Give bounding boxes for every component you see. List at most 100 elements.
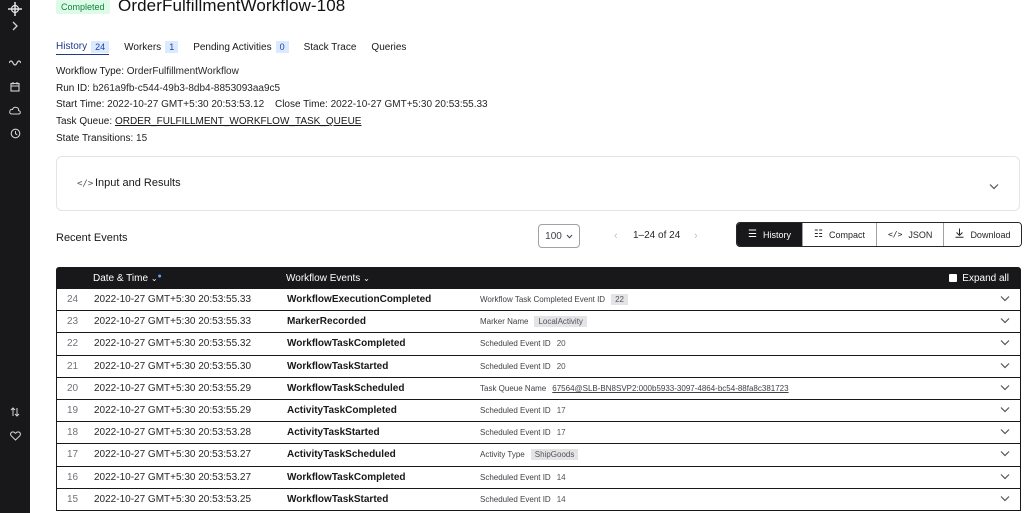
detail-value: 22 <box>611 294 628 306</box>
expand-all-checkbox[interactable] <box>949 274 958 282</box>
table-row[interactable]: 22 2022-10-27 GMT+5:30 20:53:55.32 Workflo… <box>56 333 1021 356</box>
chevron-down-icon <box>989 177 999 195</box>
accordion-title: Input and Results <box>95 177 181 189</box>
table-row[interactable]: 18 2022-10-27 GMT+5:30 20:53:53.28 Activit… <box>56 422 1021 445</box>
filter-chevron-icon: ⌄ <box>363 273 370 283</box>
download-icon <box>955 228 964 241</box>
event-date: 2022-10-27 GMT+5:30 20:53:53.27 <box>94 471 252 483</box>
state-transitions-value: 15 <box>136 133 148 144</box>
heart-icon[interactable] <box>0 430 30 442</box>
page-size-select[interactable]: 100 <box>538 224 580 248</box>
previous-page-button[interactable]: ‹ <box>614 230 618 242</box>
detail-value: 14 <box>556 494 566 504</box>
events-table-header: Date & Time ⌄● Workflow Events ⌄ Expand … <box>56 267 1021 289</box>
compact-view-button[interactable]: ☷ Compact <box>801 223 876 246</box>
expand-row-chevron-icon[interactable] <box>1000 427 1010 438</box>
event-detail: Scheduled Event ID 14 <box>480 495 566 504</box>
start-time-value: 2022-10-27 GMT+5:30 20:53:53.12 <box>107 99 265 110</box>
date-time-column-header[interactable]: Date & Time ⌄● <box>93 273 162 284</box>
run-id-row: Run ID: b261a9fb-c544-49b3-8db4-8853093a… <box>56 83 280 94</box>
expand-row-chevron-icon[interactable] <box>1000 361 1010 372</box>
event-type: WorkflowTaskCompleted <box>287 338 406 350</box>
event-type: WorkflowExecutionCompleted <box>287 294 432 306</box>
next-page-button[interactable]: › <box>694 230 698 242</box>
view-button-label: JSON <box>908 229 933 240</box>
calendar-icon[interactable] <box>0 81 30 93</box>
event-id: 23 <box>67 316 79 328</box>
event-date: 2022-10-27 GMT+5:30 20:53:55.29 <box>94 382 252 394</box>
table-row[interactable]: 15 2022-10-27 GMT+5:30 20:53:53.25 Workflo… <box>56 488 1021 511</box>
close-time-value: 2022-10-27 GMT+5:30 20:53:55.33 <box>330 99 488 110</box>
table-row[interactable]: 20 2022-10-27 GMT+5:30 20:53:55.29 Workflo… <box>56 377 1021 400</box>
view-button-label: History <box>762 229 791 240</box>
wave-icon[interactable] <box>0 56 30 68</box>
tab-label: Stack Trace <box>303 41 357 53</box>
detail-label: Scheduled Event ID <box>480 472 551 482</box>
events-table: Date & Time ⌄● Workflow Events ⌄ Expand … <box>56 267 1021 511</box>
table-row[interactable]: 21 2022-10-27 GMT+5:30 20:53:55.30 Workflo… <box>56 355 1021 378</box>
page-title: OrderFulfillmentWorkflow-108 <box>118 0 346 15</box>
detail-value[interactable]: 67564@SLB-BN8SVP2:000b5933-3097-4864-bc5… <box>552 384 788 393</box>
expand-row-chevron-icon[interactable] <box>1000 449 1010 460</box>
download-button[interactable]: Download <box>943 223 1022 246</box>
history-icon[interactable] <box>0 127 30 139</box>
code-icon: </> <box>887 230 903 239</box>
event-detail: Task Queue Name 67564@SLB-BN8SVP2:000b593… <box>480 384 789 393</box>
tab-stack-trace[interactable]: Stack Trace <box>304 39 357 55</box>
table-row[interactable]: 19 2022-10-27 GMT+5:30 20:53:55.29 Activit… <box>56 399 1021 423</box>
task-queue-link[interactable]: ORDER_FULFILLMENT_WORKFLOW_TASK_QUEUE <box>115 116 362 127</box>
event-date: 2022-10-27 GMT+5:30 20:53:55.33 <box>94 294 252 306</box>
list-icon: ☰ <box>748 229 757 240</box>
event-id: 24 <box>67 294 79 306</box>
table-row[interactable]: 23 2022-10-27 GMT+5:30 20:53:55.33 MarkerR… <box>56 311 1021 334</box>
event-date: 2022-10-27 GMT+5:30 20:53:55.29 <box>94 405 252 417</box>
tab-label: Queries <box>371 41 407 53</box>
tab-history[interactable]: History 24 <box>56 39 110 55</box>
detail-label: Scheduled Event ID <box>480 406 551 416</box>
history-view-button[interactable]: ☰ History <box>737 223 802 246</box>
event-type: ActivityTaskStarted <box>287 427 380 439</box>
event-date: 2022-10-27 GMT+5:30 20:53:55.32 <box>94 338 252 350</box>
detail-value: 17 <box>556 428 566 438</box>
expand-row-chevron-icon[interactable] <box>1000 494 1010 505</box>
detail-value: 20 <box>556 361 566 371</box>
expand-row-chevron-icon[interactable] <box>1000 472 1010 483</box>
tab-workers[interactable]: Workers 1 <box>124 39 179 55</box>
expand-row-chevron-icon[interactable] <box>1000 338 1010 349</box>
tab-label: History <box>56 41 88 52</box>
expand-all-toggle[interactable]: Expand all <box>949 273 1009 284</box>
sort-icon[interactable] <box>0 406 30 418</box>
event-id: 22 <box>67 338 79 350</box>
detail-value: 17 <box>556 406 566 416</box>
detail-label: Scheduled Event ID <box>480 339 551 349</box>
cloud-icon[interactable] <box>0 104 30 116</box>
tab-count: 1 <box>165 41 179 53</box>
workflow-events-column-header[interactable]: Workflow Events ⌄ <box>286 273 370 284</box>
expand-row-chevron-icon[interactable] <box>1000 383 1010 394</box>
sort-indicator-dot: ● <box>157 272 162 280</box>
json-view-button[interactable]: </> JSON <box>875 223 944 246</box>
tab-queries[interactable]: Queries <box>371 39 406 55</box>
input-and-results-accordion[interactable]: </> Input and Results <box>56 156 1020 211</box>
event-id: 17 <box>67 449 79 461</box>
expand-row-chevron-icon[interactable] <box>1000 316 1010 327</box>
chevron-right-icon[interactable] <box>0 20 30 32</box>
table-row[interactable]: 17 2022-10-27 GMT+5:30 20:53:53.27 Activit… <box>56 444 1021 467</box>
column-label: Workflow Events <box>286 272 361 284</box>
expand-row-chevron-icon[interactable] <box>1000 405 1010 416</box>
detail-label: Marker Name <box>480 317 529 327</box>
logo-icon[interactable] <box>0 2 30 16</box>
page-size-value: 100 <box>545 230 562 242</box>
workflow-type-row: Workflow Type: OrderFulfillmentWorkflow <box>56 66 239 77</box>
table-row[interactable]: 24 2022-10-27 GMT+5:30 20:53:55.33 Workflo… <box>56 289 1021 312</box>
tab-pending-activities[interactable]: Pending Activities 0 <box>193 39 289 55</box>
event-type: ActivityTaskScheduled <box>287 449 396 461</box>
detail-value: ShipGoods <box>530 449 579 461</box>
expand-row-chevron-icon[interactable] <box>1000 294 1010 305</box>
table-row[interactable]: 16 2022-10-27 GMT+5:30 20:53:53.27 Workflo… <box>56 466 1021 489</box>
detail-label: Scheduled Event ID <box>480 428 551 438</box>
event-id: 18 <box>67 427 79 439</box>
task-queue-row: Task Queue: ORDER_FULFILLMENT_WORKFLOW_T… <box>56 116 361 127</box>
recent-events-title: Recent Events <box>56 232 128 244</box>
event-detail: Scheduled Event ID 20 <box>480 362 566 371</box>
